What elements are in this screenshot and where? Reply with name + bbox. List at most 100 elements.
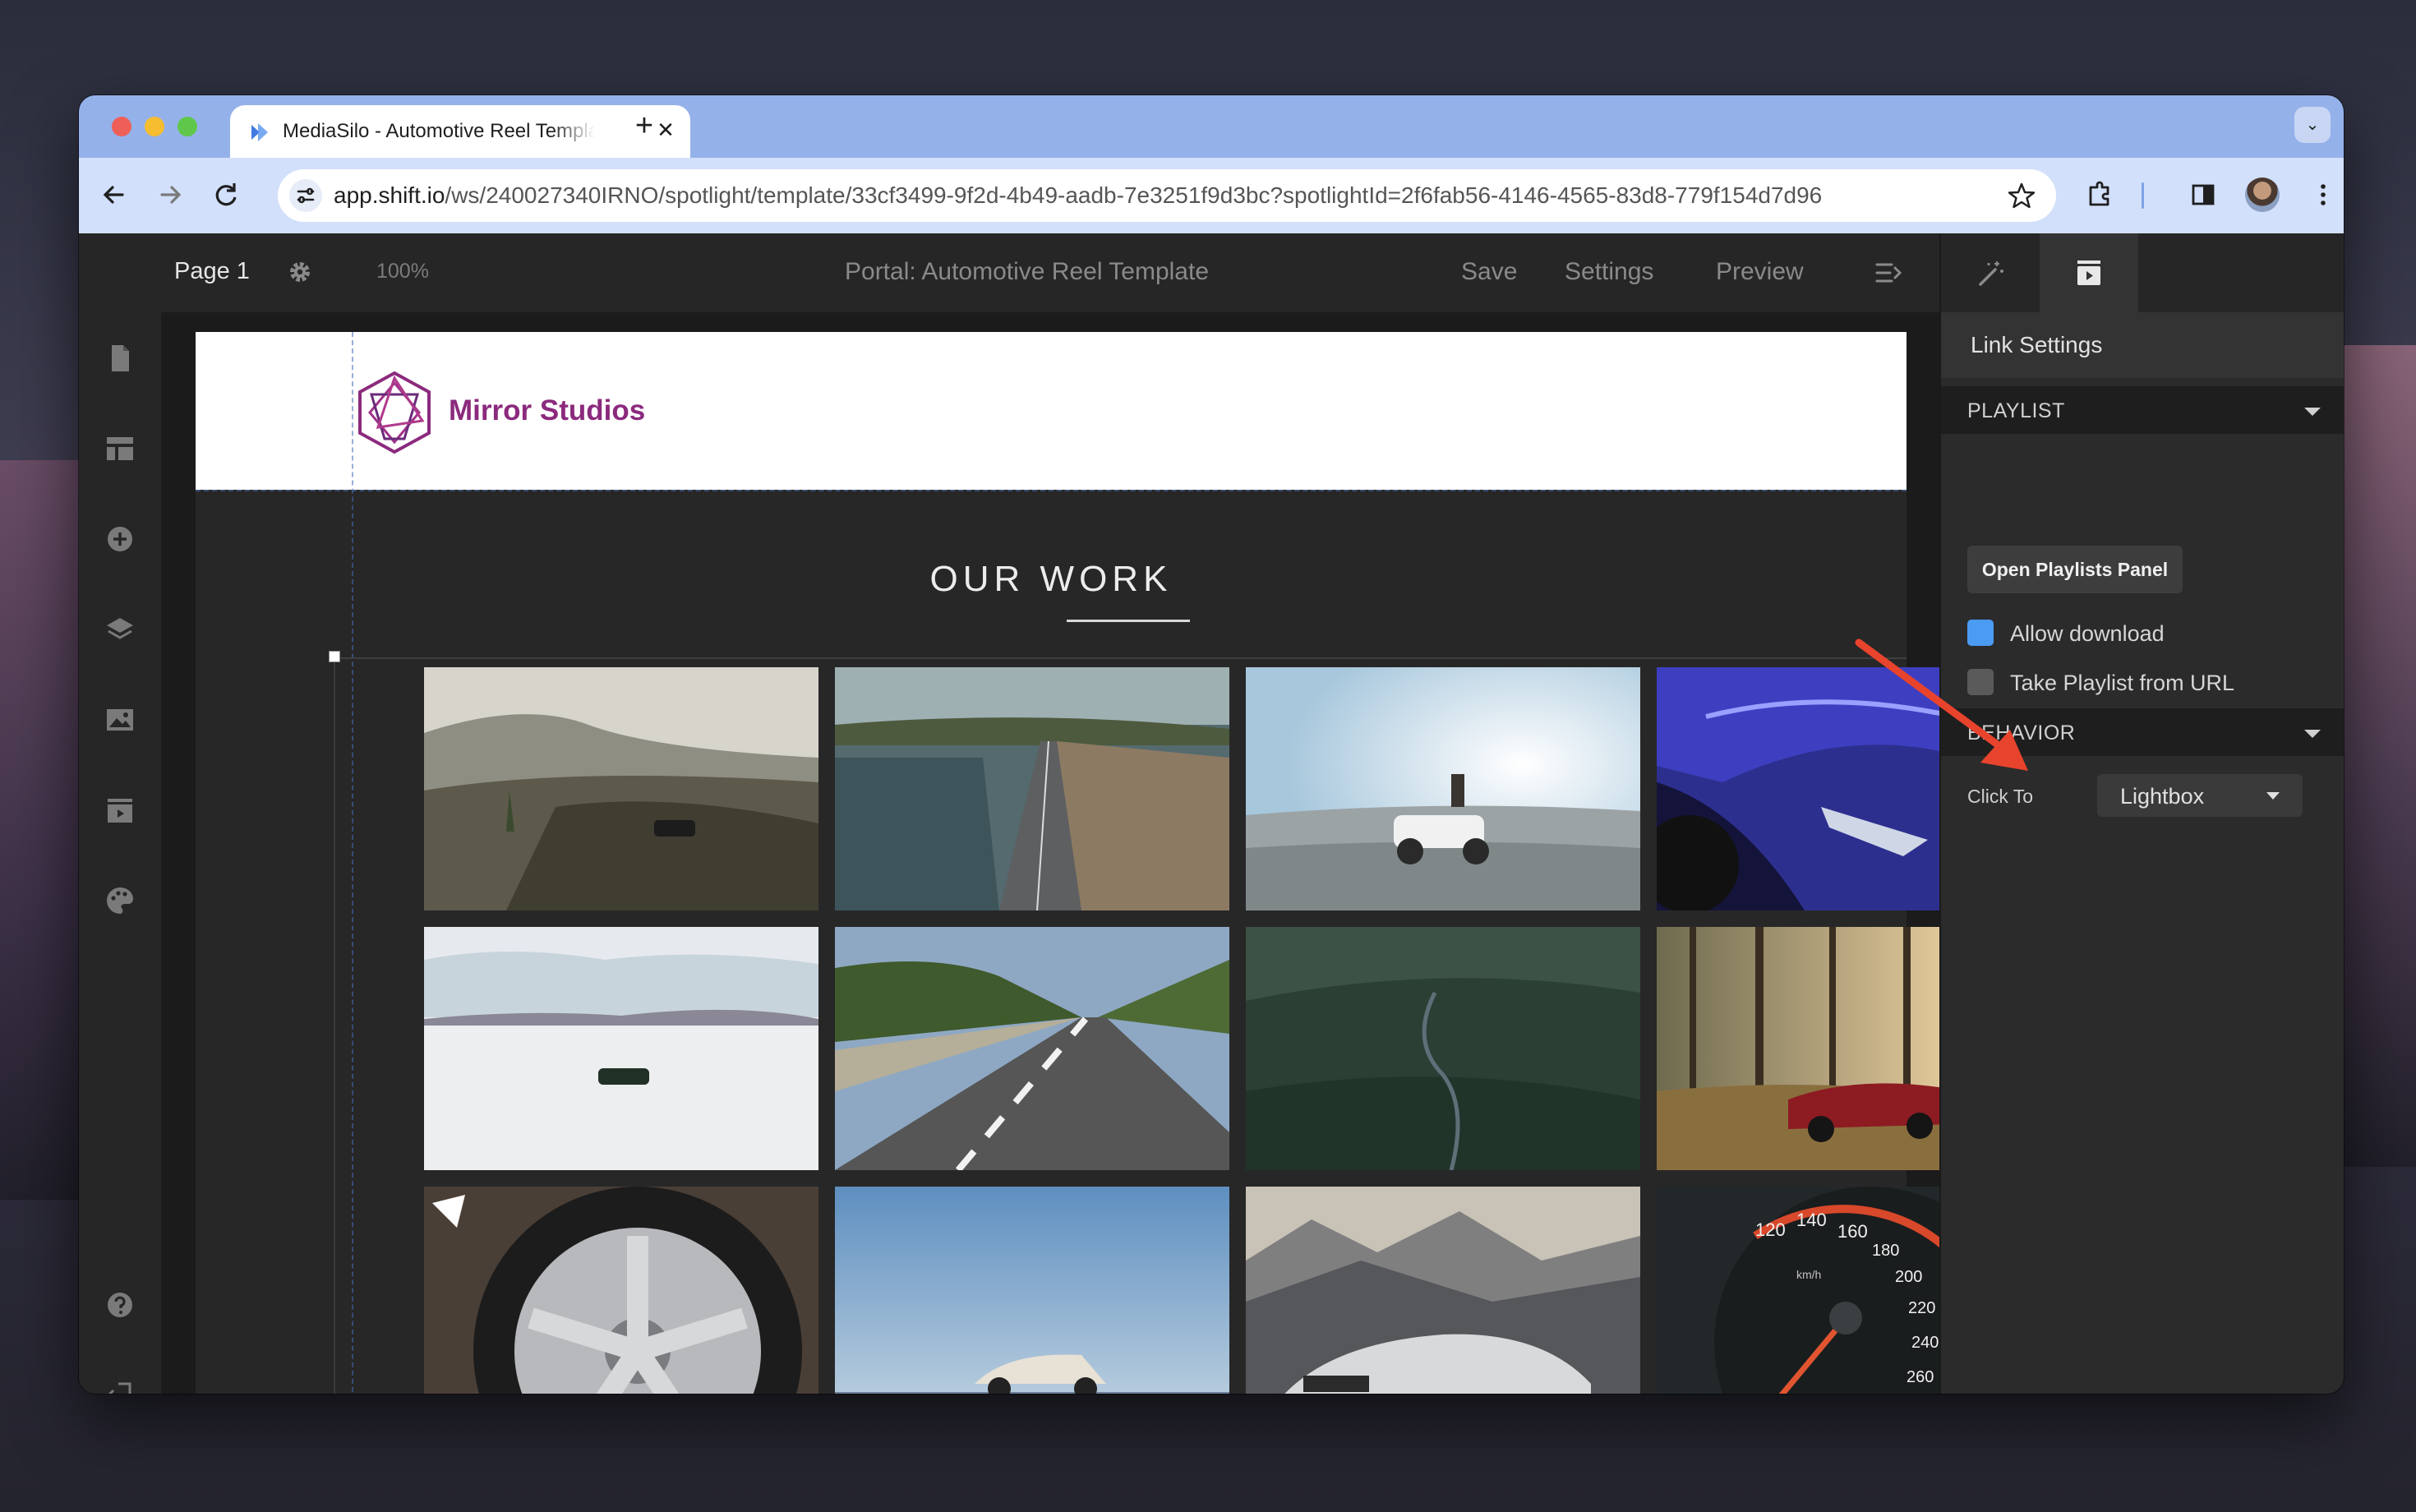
- collapse-panel-icon[interactable]: [1872, 256, 1905, 289]
- page-selector[interactable]: Page 1: [174, 258, 250, 285]
- speedo-tick-160: 160: [1837, 1221, 1868, 1242]
- back-button[interactable]: [95, 176, 133, 214]
- magic-wand-icon: [1979, 261, 2003, 286]
- reload-icon: [215, 183, 237, 206]
- heading-underline: [1067, 620, 1190, 622]
- zoom-level[interactable]: 100%: [376, 260, 429, 284]
- gallery-thumbnail[interactable]: [1246, 667, 1640, 910]
- section-heading[interactable]: OUR WORK: [196, 559, 1907, 600]
- image-icon: [107, 709, 133, 731]
- bookmark-star-icon[interactable]: [2005, 179, 2038, 212]
- tab-link-settings[interactable]: [2040, 233, 2138, 312]
- open-playlists-panel-button[interactable]: Open Playlists Panel: [1967, 546, 2183, 593]
- rail-layouts[interactable]: [102, 431, 138, 467]
- speedo-tick-240: 240: [1911, 1334, 1939, 1352]
- site-header[interactable]: Mirror Studios: [196, 332, 1907, 490]
- causeway-road-aerial-image: [835, 667, 1229, 910]
- speedo-tick-140: 140: [1796, 1210, 1827, 1230]
- forward-arrow-icon: [160, 186, 182, 204]
- silver-sedan-mountains-image: [1246, 1187, 1640, 1394]
- caret-down-icon: [2304, 730, 2321, 738]
- rail-playlists[interactable]: [102, 792, 138, 828]
- browser-tab[interactable]: MediaSilo - Automotive Reel Template ✕: [230, 105, 690, 158]
- side-panel-icon: [2192, 184, 2215, 205]
- rail-help[interactable]: [102, 1287, 138, 1323]
- close-window-button[interactable]: [112, 117, 131, 136]
- dropdown-caret-icon: [2266, 792, 2280, 800]
- extensions-button[interactable]: [2081, 176, 2119, 214]
- playlist-section-header[interactable]: PLAYLIST: [1941, 386, 2344, 434]
- palette-icon: [107, 887, 133, 914]
- site-settings-icon[interactable]: [289, 179, 322, 212]
- kebab-menu-icon: [2321, 184, 2326, 205]
- add-circle-icon: [108, 527, 132, 551]
- exit-icon: [108, 1382, 131, 1394]
- gallery-thumbnail[interactable]: [835, 667, 1229, 910]
- rail-add[interactable]: [102, 521, 138, 557]
- left-tool-rail: [79, 312, 161, 1394]
- salt-flats-car-image: [424, 927, 818, 1170]
- forward-button[interactable]: [151, 176, 189, 214]
- side-panel-button[interactable]: [2184, 176, 2222, 214]
- rail-media[interactable]: [102, 702, 138, 738]
- tab-search-chevron-icon[interactable]: ⌄: [2294, 107, 2331, 143]
- panel-tabs: [1941, 233, 2344, 312]
- gallery-thumbnail[interactable]: [1657, 927, 1939, 1170]
- speedo-tick-200: 200: [1895, 1268, 1922, 1286]
- help-icon: [108, 1293, 132, 1317]
- speedo-tick-220: 220: [1908, 1299, 1935, 1317]
- click-to-select[interactable]: Lightbox: [2097, 774, 2303, 817]
- url-text: app.shift.io/ws/240027340IRNO/spotlight/…: [334, 182, 1823, 208]
- layout-icon: [107, 437, 133, 460]
- rail-pages[interactable]: [102, 340, 138, 376]
- page-icon: [112, 345, 129, 371]
- page-settings-gear-icon[interactable]: [284, 256, 316, 288]
- resize-handle[interactable]: [329, 651, 340, 662]
- editor-top-bar: Page 1 100% Portal: Automotive Reel Temp…: [79, 233, 1939, 312]
- playlist-icon: [108, 799, 132, 823]
- rail-layers[interactable]: [102, 611, 138, 648]
- save-button[interactable]: Save: [1461, 258, 1517, 286]
- gallery-thumbnail[interactable]: [1246, 927, 1640, 1170]
- alloy-wheel-closeup-image: [424, 1187, 818, 1394]
- settings-button[interactable]: Settings: [1565, 258, 1653, 286]
- brand-name: Mirror Studios: [449, 394, 646, 426]
- preview-button[interactable]: Preview: [1716, 258, 1804, 286]
- tab-title: MediaSilo - Automotive Reel Template: [283, 120, 595, 142]
- gallery-thumbnail[interactable]: [424, 667, 818, 910]
- speedo-tick-120: 120: [1755, 1219, 1786, 1240]
- address-bar[interactable]: app.shift.io/ws/240027340IRNO/spotlight/…: [278, 169, 2056, 222]
- red-coupe-forest-image: [1657, 927, 1939, 1170]
- new-tab-button[interactable]: +: [625, 107, 664, 146]
- profile-avatar[interactable]: [2245, 177, 2280, 212]
- speedo-tick-260: 260: [1907, 1368, 1934, 1386]
- mediasilo-favicon-icon: [251, 123, 268, 141]
- desktop-wallpaper-left: [0, 460, 82, 1200]
- white-suv-sky-image: [835, 1187, 1229, 1394]
- panel-heading: Link Settings: [1941, 312, 2344, 378]
- site-editor: Page 1 100% Portal: Automotive Reel Temp…: [79, 233, 2344, 1394]
- gallery-selection-left: [334, 657, 335, 1394]
- zoom-window-button[interactable]: [178, 117, 197, 136]
- tab-design[interactable]: [1941, 233, 2040, 312]
- minimize-window-button[interactable]: [145, 117, 164, 136]
- gallery-thumbnail[interactable]: 120 140 160 180 200 220 240 260 km/h: [1657, 1187, 1939, 1394]
- gallery-selection-top: [334, 657, 1907, 659]
- gallery-thumbnail[interactable]: [835, 1187, 1229, 1394]
- desktop-wallpaper-right: [2342, 345, 2416, 1167]
- rail-exit[interactable]: [102, 1377, 138, 1394]
- toolbar-divider: [2142, 182, 2144, 209]
- browser-menu-button[interactable]: [2304, 176, 2342, 214]
- playlist-icon: [2077, 260, 2100, 285]
- reload-button[interactable]: [207, 176, 245, 214]
- caret-down-icon: [2304, 408, 2321, 416]
- gallery-thumbnail[interactable]: [1246, 1187, 1640, 1394]
- gallery-thumbnail[interactable]: [835, 927, 1229, 1170]
- browser-toolbar: app.shift.io/ws/240027340IRNO/spotlight/…: [79, 158, 2344, 233]
- gallery-thumbnail[interactable]: [424, 1187, 818, 1394]
- rail-theme[interactable]: [102, 883, 138, 919]
- page-canvas[interactable]: Mirror Studios OUR WORK 120 140 160 180 …: [161, 312, 1939, 1394]
- mirror-studios-logo-icon: [358, 371, 431, 454]
- click-to-label: Click To: [1967, 786, 2034, 807]
- gallery-thumbnail[interactable]: [424, 927, 818, 1170]
